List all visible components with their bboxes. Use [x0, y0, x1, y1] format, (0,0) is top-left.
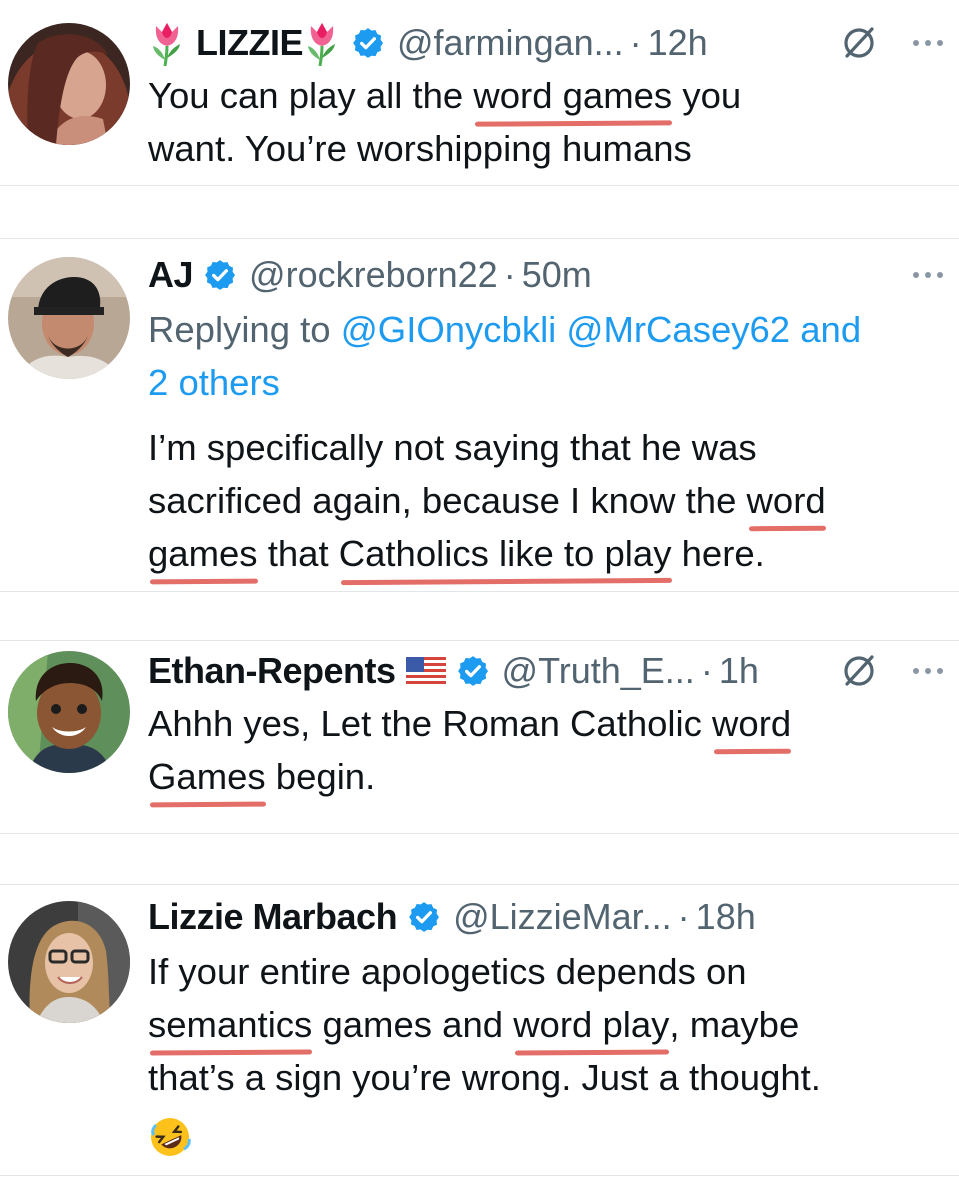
handle[interactable]: @LizzieMar...: [453, 889, 672, 945]
tweet-header: LIZZIE @farmingan... · 12h: [148, 15, 949, 71]
tweet-card[interactable]: AJ @rockreborn22 · 50m Replying to @GIOn…: [0, 238, 959, 592]
display-name[interactable]: AJ: [148, 247, 194, 303]
handle[interactable]: @Truth_E...: [502, 643, 695, 699]
underlined-phrase: semantics: [148, 998, 312, 1051]
underlined-phrase: Catholics like to play: [339, 527, 672, 580]
underlined-phrase: word games: [473, 69, 672, 122]
reply-others-link[interactable]: 2 others: [148, 362, 280, 403]
reply-context-more: 2 others: [148, 356, 929, 409]
verified-badge-icon[interactable]: [456, 654, 490, 688]
verified-badge-icon[interactable]: [203, 258, 237, 292]
text-line: semantics games and word play, maybe: [148, 998, 929, 1051]
underlined-phrase: word play: [513, 998, 669, 1051]
avatar[interactable]: [8, 257, 130, 379]
text-line: that’s a sign you’re wrong. Just a thoug…: [148, 1057, 821, 1098]
tweet-text: Replying to @GIOnycbkli @MrCasey62 and 2…: [148, 303, 929, 580]
us-flag-emoji: [405, 657, 446, 685]
verified-badge-icon[interactable]: [351, 26, 385, 60]
avatar[interactable]: [8, 651, 130, 773]
separator-dot: ·: [700, 650, 713, 691]
tweet-card[interactable]: Ethan-Repents @Truth_E... · 1h Ahhh yes,…: [0, 640, 959, 834]
more-options-icon[interactable]: [913, 270, 945, 280]
tulip-emoji: [303, 20, 341, 66]
handle[interactable]: @rockreborn22: [249, 247, 498, 303]
more-options-icon[interactable]: [913, 38, 945, 48]
tweet-header: AJ @rockreborn22 · 50m: [148, 247, 949, 303]
reply-context: Replying to @GIOnycbkli @MrCasey62 and: [148, 309, 862, 350]
underlined-phrase: games: [148, 527, 258, 580]
display-name[interactable]: Ethan-Repents: [148, 643, 396, 699]
underlined-phrase: word: [747, 474, 826, 527]
text-line: sacrificed again, because I know the wor…: [148, 474, 929, 527]
tweet-text: Ahhh yes, Let the Roman Catholic word Ga…: [148, 697, 929, 803]
timestamp[interactable]: 12h: [648, 15, 708, 71]
verified-badge-icon[interactable]: [407, 900, 441, 934]
text-line: I’m specifically not saying that he was: [148, 427, 757, 468]
tweet-text: You can play all the word games you want…: [148, 69, 929, 175]
separator-dot: ·: [503, 254, 516, 295]
text-line: Ahhh yes, Let the Roman Catholic word: [148, 697, 929, 750]
display-name[interactable]: Lizzie Marbach: [148, 889, 398, 945]
text-line: You can play all the word games you: [148, 69, 929, 122]
tweet-text: If your entire apologetics depends on se…: [148, 945, 929, 1161]
grok-icon[interactable]: [839, 651, 879, 691]
reply-mentions[interactable]: @GIOnycbkli @MrCasey62 and: [341, 309, 861, 350]
tweet-card[interactable]: Lizzie Marbach @LizzieMar... · 18h If yo…: [0, 884, 959, 1176]
tweet-card[interactable]: LIZZIE @farmingan... · 12h You can play …: [0, 0, 959, 186]
timestamp[interactable]: 18h: [696, 889, 756, 945]
separator-dot: ·: [629, 22, 642, 63]
timestamp[interactable]: 1h: [719, 643, 759, 699]
handle[interactable]: @farmingan...: [397, 15, 624, 71]
avatar[interactable]: [8, 901, 130, 1023]
underlined-phrase: Games: [148, 750, 266, 803]
text-line: Games begin.: [148, 750, 929, 803]
more-options-icon[interactable]: [913, 666, 945, 676]
timestamp[interactable]: 50m: [522, 247, 592, 303]
underlined-phrase: word: [712, 697, 791, 750]
text-line: want. You’re worshipping humans: [148, 128, 692, 169]
grok-icon[interactable]: [839, 23, 879, 63]
rolling-laughing-emoji: [148, 1115, 192, 1159]
display-name[interactable]: LIZZIE: [196, 15, 304, 71]
text-line: If your entire apologetics depends on: [148, 951, 747, 992]
separator-dot: ·: [677, 896, 690, 937]
tweet-header: Lizzie Marbach @LizzieMar... · 18h: [148, 889, 949, 945]
avatar[interactable]: [8, 23, 130, 145]
tulip-emoji: [148, 20, 186, 66]
text-line: games that Catholics like to play here.: [148, 527, 929, 580]
emoji-line: [148, 1104, 929, 1161]
tweet-header: Ethan-Repents @Truth_E... · 1h: [148, 643, 949, 699]
